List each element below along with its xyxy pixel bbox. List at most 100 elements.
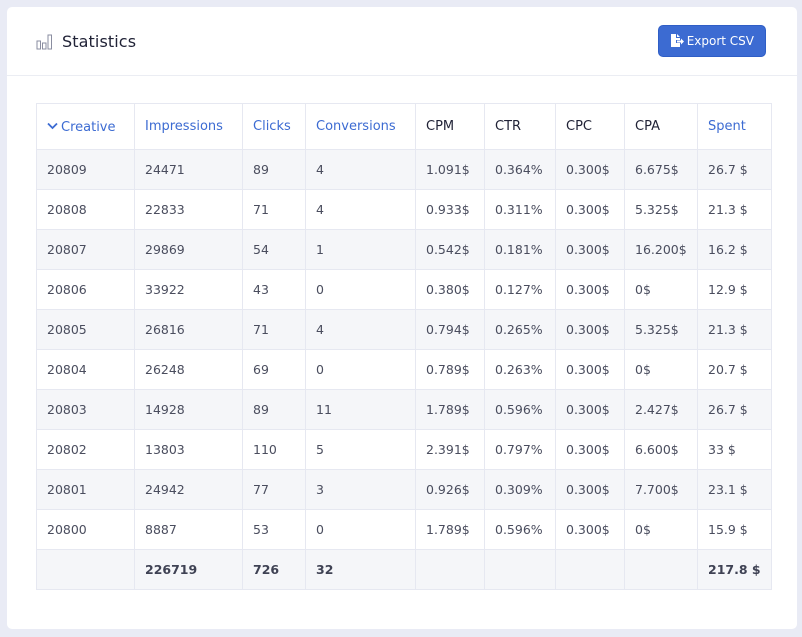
total-creative — [36, 549, 135, 590]
cell-impressions: 24942 — [134, 469, 243, 510]
export-csv-label: Export CSV — [686, 34, 754, 48]
card-header: Statistics Export CSV — [7, 7, 797, 76]
cell-impressions: 24471 — [134, 149, 243, 190]
table-row: 20809 24471 89 4 1.091$ 0.364% 0.300$ 6.675$ 26.… — [36, 149, 772, 190]
cell-ctr: 0.364% — [484, 149, 556, 190]
cell-cpa: 5.325$ — [624, 189, 698, 230]
cell-ctr: 0.263% — [484, 349, 556, 390]
cell-cpm: 0.926$ — [415, 469, 485, 510]
cell-cpa: 16.200$ — [624, 229, 698, 270]
cell-clicks: 89 — [242, 389, 306, 430]
cell-conversions: 1 — [305, 229, 416, 270]
table-row: 20804 26248 69 0 0.789$ 0.263% 0.300$ 0$ 20.7 $ — [36, 349, 772, 390]
cell-ctr: 0.596% — [484, 389, 556, 430]
cell-ctr: 0.265% — [484, 309, 556, 350]
cell-spent: 23.1 $ — [697, 469, 772, 510]
cell-impressions: 22833 — [134, 189, 243, 230]
cell-cpa: 0$ — [624, 509, 698, 550]
cell-conversions: 0 — [305, 349, 416, 390]
table-row: 20805 26816 71 4 0.794$ 0.265% 0.300$ 5.325$ 21.… — [36, 309, 772, 350]
cell-impressions: 33922 — [134, 269, 243, 310]
cell-cpm: 0.789$ — [415, 349, 485, 390]
cell-impressions: 26816 — [134, 309, 243, 350]
cell-cpc: 0.300$ — [555, 429, 625, 470]
cell-creative: 20806 — [36, 269, 135, 310]
cell-creative: 20800 — [36, 509, 135, 550]
cell-impressions: 29869 — [134, 229, 243, 270]
totals-row: 226719 726 32 217.8 $ — [36, 549, 772, 590]
cell-ctr: 0.311% — [484, 189, 556, 230]
total-impressions: 226719 — [134, 549, 243, 590]
column-header-label: Spent — [708, 119, 746, 134]
total-cpm — [415, 549, 485, 590]
cell-cpm: 0.380$ — [415, 269, 485, 310]
cell-conversions: 11 — [305, 389, 416, 430]
cell-creative: 20801 — [36, 469, 135, 510]
cell-clicks: 54 — [242, 229, 306, 270]
column-header-creative[interactable]: Creative — [36, 103, 135, 150]
cell-spent: 16.2 $ — [697, 229, 772, 270]
table-row: 20800 8887 53 0 1.789$ 0.596% 0.300$ 0$ 15.9 $ — [36, 509, 772, 550]
cell-clicks: 77 — [242, 469, 306, 510]
cell-conversions: 0 — [305, 269, 416, 310]
cell-conversions: 4 — [305, 189, 416, 230]
export-csv-button[interactable]: Export CSV — [657, 25, 766, 57]
column-header-impressions[interactable]: Impressions — [134, 103, 243, 150]
column-header-conversions[interactable]: Conversions — [305, 103, 416, 150]
cell-cpm: 0.933$ — [415, 189, 485, 230]
cell-creative: 20803 — [36, 389, 135, 430]
cell-cpa: 6.675$ — [624, 149, 698, 190]
column-header-spent[interactable]: Spent — [697, 103, 772, 150]
cell-spent: 21.3 $ — [697, 189, 772, 230]
cell-clicks: 69 — [242, 349, 306, 390]
cell-ctr: 0.127% — [484, 269, 556, 310]
header-row: Creative Impressions Clicks Conversions CPM C… — [36, 103, 772, 150]
total-clicks: 726 — [242, 549, 306, 590]
column-header-label: Clicks — [253, 119, 291, 134]
column-header-cpa: CPA — [624, 103, 698, 150]
title-wrap: Statistics — [36, 32, 136, 51]
cell-cpm: 1.091$ — [415, 149, 485, 190]
cell-cpc: 0.300$ — [555, 349, 625, 390]
file-export-icon — [670, 34, 684, 48]
cell-conversions: 3 — [305, 469, 416, 510]
bar-chart-icon — [36, 33, 53, 50]
column-header-ctr: CTR — [484, 103, 556, 150]
cell-cpc: 0.300$ — [555, 509, 625, 550]
column-header-label: CPM — [426, 119, 455, 134]
column-header-label: Creative — [61, 119, 116, 135]
cell-clicks: 110 — [242, 429, 306, 470]
cell-impressions: 14928 — [134, 389, 243, 430]
cell-spent: 26.7 $ — [697, 149, 772, 190]
cell-conversions: 5 — [305, 429, 416, 470]
table-row: 20802 13803 110 5 2.391$ 0.797% 0.300$ 6.600$ 33… — [36, 429, 772, 470]
cell-clicks: 71 — [242, 189, 306, 230]
cell-cpm: 1.789$ — [415, 509, 485, 550]
cell-clicks: 53 — [242, 509, 306, 550]
cell-ctr: 0.309% — [484, 469, 556, 510]
column-header-clicks[interactable]: Clicks — [242, 103, 306, 150]
page-title: Statistics — [62, 31, 137, 51]
statistics-table: Creative Impressions Clicks Conversions CPM C… — [36, 103, 772, 590]
column-header-cpm: CPM — [415, 103, 485, 150]
cell-creative: 20804 — [36, 349, 135, 390]
cell-conversions: 0 — [305, 509, 416, 550]
table-row: 20803 14928 89 11 1.789$ 0.596% 0.300$ 2.427$ 26… — [36, 389, 772, 430]
column-header-label: CTR — [495, 119, 522, 134]
statistics-table-wrap: Creative Impressions Clicks Conversions CPM C… — [36, 103, 772, 590]
column-header-cpc: CPC — [555, 103, 625, 150]
table-row: 20808 22833 71 4 0.933$ 0.311% 0.300$ 5.325$ 21.… — [36, 189, 772, 230]
cell-cpc: 0.300$ — [555, 309, 625, 350]
cell-spent: 26.7 $ — [697, 389, 772, 430]
cell-clicks: 71 — [242, 309, 306, 350]
cell-ctr: 0.797% — [484, 429, 556, 470]
cell-creative: 20809 — [36, 149, 135, 190]
cell-cpa: 6.600$ — [624, 429, 698, 470]
table-row: 20806 33922 43 0 0.380$ 0.127% 0.300$ 0$ 12.9 $ — [36, 269, 772, 310]
cell-creative: 20807 — [36, 229, 135, 270]
cell-spent: 12.9 $ — [697, 269, 772, 310]
cell-creative: 20805 — [36, 309, 135, 350]
cell-cpa: 0$ — [624, 269, 698, 310]
column-header-label: CPC — [566, 119, 592, 134]
cell-clicks: 43 — [242, 269, 306, 310]
